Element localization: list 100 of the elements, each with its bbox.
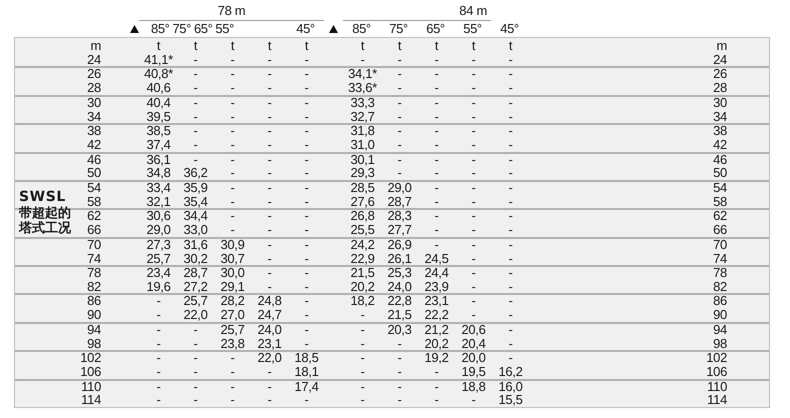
- boom-length-label: 84 m: [459, 4, 487, 18]
- load-cell-text: 25,5: [349, 224, 376, 237]
- load-cell-text: 33,4: [145, 182, 172, 194]
- load-cell-text: -: [303, 125, 310, 138]
- load-cell-text: 24,2: [349, 238, 376, 252]
- angle-label: 75°: [172, 21, 191, 37]
- radius-cell-text: 28: [87, 82, 102, 95]
- load-cell-text: -: [303, 154, 310, 166]
- load-cell-text: 34,1*: [347, 68, 378, 81]
- load-cell-text: 20,4: [460, 338, 487, 350]
- load-cell-text: -: [507, 309, 514, 322]
- load-cell-text: 24,4: [423, 267, 450, 280]
- load-cell-text: -: [507, 54, 514, 66]
- load-cell-text: -: [155, 309, 162, 322]
- load-cell-text: 34,8: [145, 167, 172, 180]
- radius-cell-text: 50: [713, 167, 728, 180]
- radius-cell-text: 86: [713, 295, 728, 308]
- load-cell-text: 30,7: [219, 252, 246, 265]
- load-cell-text: -: [266, 96, 273, 110]
- load-cell-text: 23,1: [256, 338, 283, 350]
- load-cell-text: 30,1: [349, 154, 376, 166]
- load-cell-text: 22,0: [256, 352, 283, 365]
- radius-cell-text: 70: [87, 238, 102, 252]
- load-cell-text: -: [303, 267, 310, 280]
- load-cell-text: -: [229, 54, 236, 66]
- angle-label: 45°: [296, 21, 315, 37]
- load-cell-text: -: [507, 167, 514, 180]
- load-cell-text: -: [433, 238, 440, 252]
- load-cell-text: -: [433, 224, 440, 237]
- load-cell-text: 18,2: [349, 295, 376, 308]
- load-cell-text: 24,5: [423, 252, 450, 265]
- load-cell-text: 30,0: [219, 267, 246, 280]
- load-cell-text: -: [229, 380, 236, 393]
- radius-cell-text: 102: [706, 352, 728, 365]
- radius-cell-text: 70: [713, 238, 728, 252]
- load-cell-text: -: [303, 309, 310, 322]
- load-cell-text: -: [303, 280, 310, 294]
- load-cell-text: 16,0: [497, 380, 524, 393]
- load-cell-text: -: [507, 280, 514, 294]
- load-cell-text: -: [303, 196, 310, 208]
- load-cell-text: -: [396, 68, 403, 81]
- load-cell-text: -: [229, 210, 236, 223]
- load-cell-text: 28,2: [219, 295, 246, 308]
- load-cell-text: -: [155, 338, 162, 350]
- angle-label: 75°: [389, 21, 408, 37]
- load-cell-text: 27,3: [145, 238, 172, 252]
- radius-cell-text: 62: [713, 210, 728, 223]
- load-cell-text: 28,5: [349, 182, 376, 194]
- load-cell-text: 31,8: [349, 125, 376, 138]
- load-cell-text: -: [433, 394, 440, 407]
- load-cell-text: 28,3: [386, 210, 413, 223]
- load-cell-text: -: [155, 366, 162, 378]
- load-cell-text: 29,0: [145, 224, 172, 237]
- unit-label: t: [508, 40, 514, 52]
- load-cell-text: -: [303, 96, 310, 110]
- load-cell-text: -: [266, 139, 273, 152]
- load-cell-text: -: [303, 210, 310, 223]
- radius-cell-text: 106: [80, 366, 102, 378]
- radius-cell-text: 66: [713, 224, 728, 237]
- unit-label: t: [470, 40, 476, 52]
- unit-label: m: [90, 40, 102, 52]
- load-cell-text: -: [396, 394, 403, 407]
- load-cell-text: -: [507, 110, 514, 124]
- radius-cell-text: 82: [87, 280, 102, 294]
- load-cell-text: -: [470, 125, 477, 138]
- load-cell-text: 36,2: [182, 167, 209, 180]
- load-cell-text: -: [507, 224, 514, 237]
- load-cell-text: -: [359, 366, 366, 378]
- load-cell-text: -: [229, 196, 236, 208]
- mode-label: 塔式工况: [19, 221, 71, 236]
- load-cell-text: 38,5: [145, 125, 172, 138]
- load-cell-text: 25,7: [219, 324, 246, 336]
- load-cell-text: -: [433, 196, 440, 208]
- load-cell-text: -: [192, 110, 199, 124]
- unit-label: t: [396, 40, 402, 52]
- load-cell-text: -: [229, 366, 236, 378]
- radius-cell-text: 42: [87, 139, 102, 152]
- load-cell-text: -: [470, 238, 477, 252]
- load-cell-text: 26,1: [386, 252, 413, 265]
- radius-cell-text: 46: [713, 154, 728, 166]
- radius-cell-text: 98: [87, 338, 102, 350]
- load-cell-text: -: [359, 380, 366, 393]
- load-cell-text: -: [396, 110, 403, 124]
- load-cell-text: 33,3: [349, 96, 376, 110]
- radius-cell-text: 34: [713, 110, 728, 124]
- load-cell-text: -: [303, 167, 310, 180]
- load-cell-text: 28,7: [386, 196, 413, 208]
- load-cell-text: -: [359, 394, 366, 407]
- load-cell-text: -: [396, 167, 403, 180]
- load-cell-text: -: [192, 352, 199, 365]
- load-cell-text: -: [507, 196, 514, 208]
- load-cell-text: -: [229, 96, 236, 110]
- load-cell-text: -: [396, 366, 403, 378]
- load-cell-text: 20,2: [349, 280, 376, 294]
- load-cell-text: -: [470, 295, 477, 308]
- load-cell-text: 22,9: [349, 252, 376, 265]
- load-cell-text: 30,6: [145, 210, 172, 223]
- load-cell-text: -: [192, 366, 199, 378]
- load-cell-text: -: [266, 267, 273, 280]
- load-cell-text: 19,5: [460, 366, 487, 378]
